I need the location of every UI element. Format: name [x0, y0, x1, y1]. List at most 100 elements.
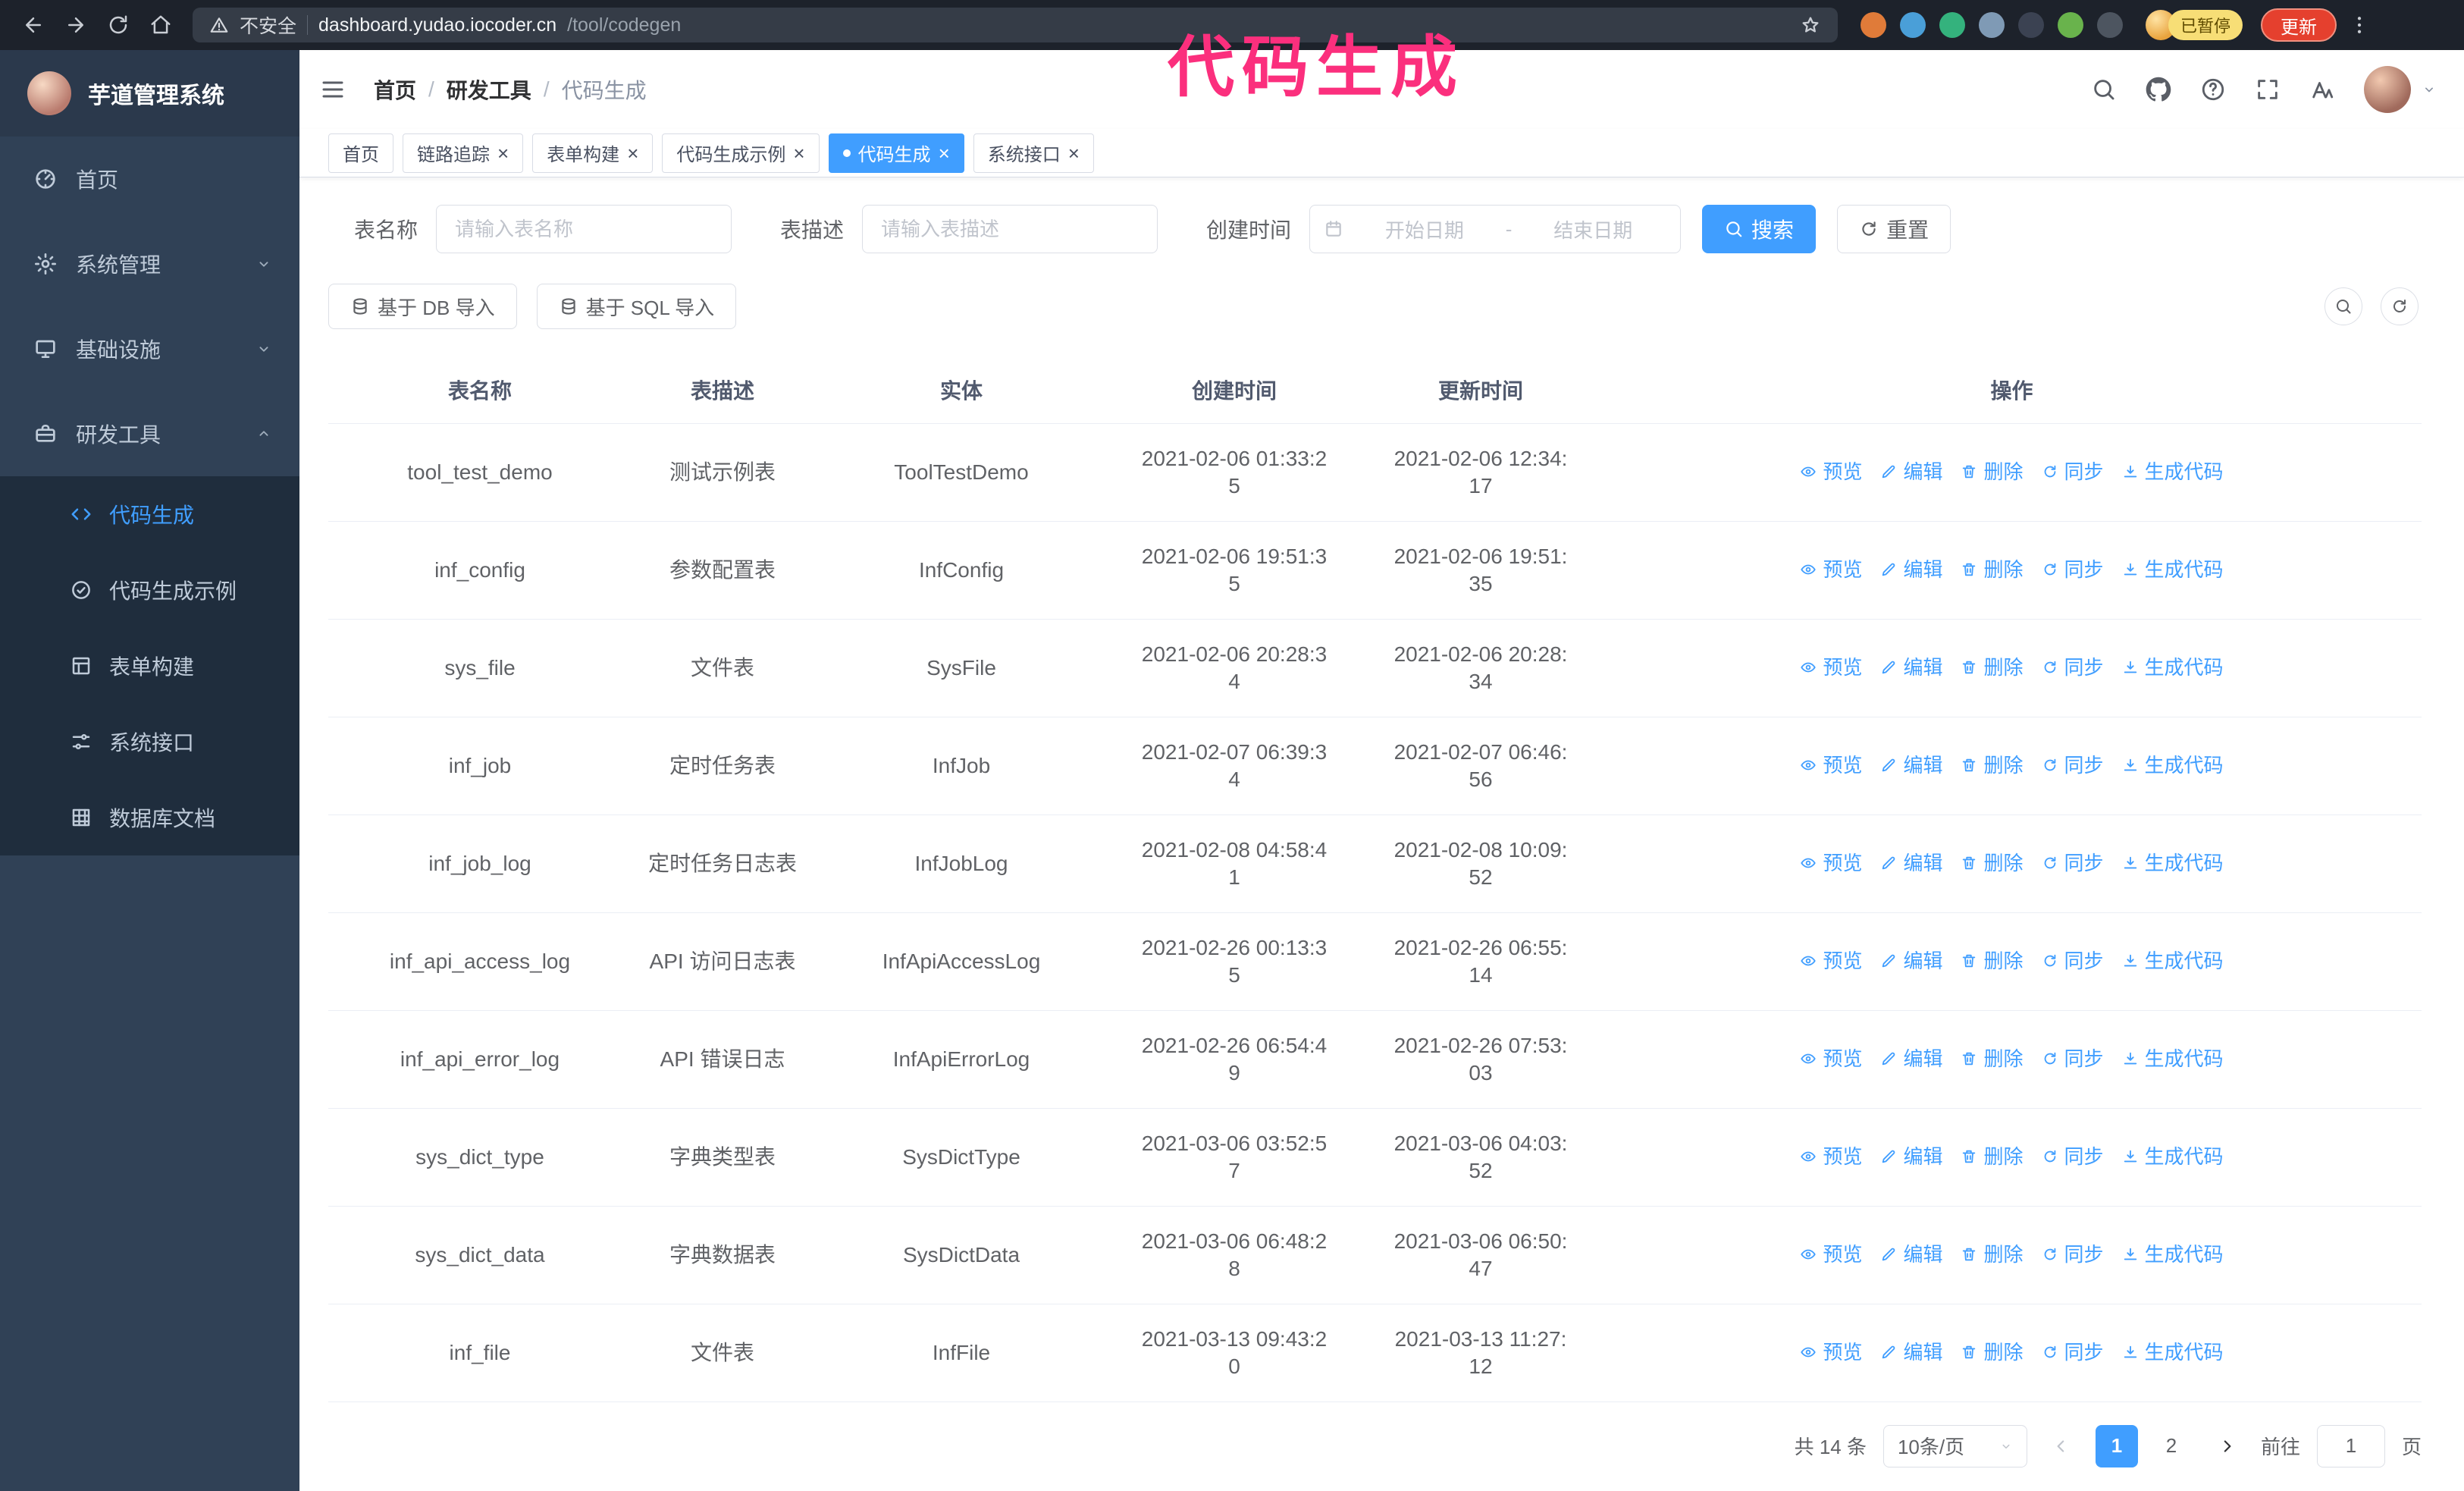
- preview-link[interactable]: 预览: [1800, 1045, 1862, 1072]
- browser-home-button[interactable]: [141, 6, 180, 44]
- sync-link[interactable]: 同步: [2042, 849, 2104, 877]
- browser-update-button[interactable]: 更新: [2261, 8, 2337, 42]
- page-button-1[interactable]: 1: [2095, 1424, 2138, 1467]
- generate-code-link[interactable]: 生成代码: [2122, 556, 2224, 583]
- breadcrumb-item[interactable]: 研发工具: [447, 74, 531, 105]
- goto-page-input[interactable]: [2316, 1424, 2385, 1467]
- sidebar-subitem[interactable]: 代码生成: [0, 476, 299, 552]
- generate-code-link[interactable]: 生成代码: [2122, 1339, 2224, 1366]
- sync-link[interactable]: 同步: [2042, 1241, 2104, 1268]
- address-bar[interactable]: 不安全 dashboard.yudao.iocoder.cn /tool/cod…: [193, 8, 1838, 42]
- extension-icon-7[interactable]: [2097, 12, 2123, 38]
- preview-link[interactable]: 预览: [1800, 849, 1862, 877]
- tab-close-icon[interactable]: ×: [1068, 143, 1080, 163]
- generate-code-link[interactable]: 生成代码: [2122, 654, 2224, 681]
- sync-link[interactable]: 同步: [2042, 1143, 2104, 1170]
- preview-link[interactable]: 预览: [1800, 752, 1862, 779]
- sync-link[interactable]: 同步: [2042, 1045, 2104, 1072]
- browser-back-button[interactable]: [14, 6, 53, 44]
- help-button[interactable]: [2200, 77, 2226, 102]
- delete-link[interactable]: 删除: [1961, 458, 2024, 485]
- edit-link[interactable]: 编辑: [1880, 556, 1942, 583]
- table-name-input[interactable]: [436, 205, 732, 253]
- generate-code-link[interactable]: 生成代码: [2122, 849, 2224, 877]
- edit-link[interactable]: 编辑: [1880, 752, 1942, 779]
- extension-icon-4[interactable]: [1979, 12, 2005, 38]
- font-size-button[interactable]: [2309, 77, 2335, 102]
- sidebar-item[interactable]: 基础设施: [0, 306, 299, 391]
- tab-close-icon[interactable]: ×: [627, 143, 638, 163]
- generate-code-link[interactable]: 生成代码: [2122, 752, 2224, 779]
- delete-link[interactable]: 删除: [1961, 1241, 2024, 1268]
- edit-link[interactable]: 编辑: [1880, 1339, 1942, 1366]
- preview-link[interactable]: 预览: [1800, 1143, 1862, 1170]
- sync-link[interactable]: 同步: [2042, 458, 2104, 485]
- generate-code-link[interactable]: 生成代码: [2122, 947, 2224, 975]
- github-button[interactable]: [2146, 77, 2171, 102]
- edit-link[interactable]: 编辑: [1880, 947, 1942, 975]
- edit-link[interactable]: 编辑: [1880, 654, 1942, 681]
- sidebar-item[interactable]: 首页: [0, 137, 299, 221]
- extension-icon-6[interactable]: [2058, 12, 2083, 38]
- import-db-button[interactable]: 基于 DB 导入: [328, 284, 517, 329]
- preview-link[interactable]: 预览: [1800, 1241, 1862, 1268]
- sidebar-item[interactable]: 研发工具: [0, 391, 299, 476]
- sidebar-subitem[interactable]: 表单构建: [0, 628, 299, 704]
- edit-link[interactable]: 编辑: [1880, 1143, 1942, 1170]
- edit-link[interactable]: 编辑: [1880, 458, 1942, 485]
- next-page-button[interactable]: [2209, 1425, 2244, 1467]
- bookmark-star-icon[interactable]: [1800, 14, 1821, 36]
- delete-link[interactable]: 删除: [1961, 654, 2024, 681]
- delete-link[interactable]: 删除: [1961, 1143, 2024, 1170]
- browser-forward-button[interactable]: [56, 6, 96, 44]
- delete-link[interactable]: 删除: [1961, 556, 2024, 583]
- tab-close-icon[interactable]: ×: [939, 143, 950, 163]
- preview-link[interactable]: 预览: [1800, 1339, 1862, 1366]
- delete-link[interactable]: 删除: [1961, 849, 2024, 877]
- sidebar-subitem[interactable]: 系统接口: [0, 704, 299, 780]
- generate-code-link[interactable]: 生成代码: [2122, 1241, 2224, 1268]
- browser-menu-button[interactable]: [2340, 6, 2379, 44]
- edit-link[interactable]: 编辑: [1880, 1241, 1942, 1268]
- tab-首页[interactable]: 首页: [328, 133, 393, 173]
- extension-icon-5[interactable]: [2018, 12, 2044, 38]
- tab-close-icon[interactable]: ×: [793, 143, 804, 163]
- tab-系统接口[interactable]: 系统接口 ×: [973, 133, 1094, 173]
- tab-链路追踪[interactable]: 链路追踪 ×: [403, 133, 524, 173]
- browser-profile[interactable]: 已暂停: [2146, 10, 2243, 40]
- header-search-button[interactable]: [2091, 77, 2117, 102]
- page-button-2[interactable]: 2: [2150, 1425, 2193, 1467]
- tab-表单构建[interactable]: 表单构建 ×: [532, 133, 654, 173]
- sync-link[interactable]: 同步: [2042, 752, 2104, 779]
- sync-link[interactable]: 同步: [2042, 556, 2104, 583]
- preview-link[interactable]: 预览: [1800, 947, 1862, 975]
- sync-link[interactable]: 同步: [2042, 947, 2104, 975]
- sync-link[interactable]: 同步: [2042, 1339, 2104, 1366]
- delete-link[interactable]: 删除: [1961, 1045, 2024, 1072]
- generate-code-link[interactable]: 生成代码: [2122, 458, 2224, 485]
- table-desc-input[interactable]: [862, 205, 1158, 253]
- delete-link[interactable]: 删除: [1961, 947, 2024, 975]
- user-menu[interactable]: [2364, 66, 2437, 113]
- sync-link[interactable]: 同步: [2042, 654, 2104, 681]
- extension-icon-3[interactable]: [1939, 12, 1965, 38]
- edit-link[interactable]: 编辑: [1880, 1045, 1942, 1072]
- edit-link[interactable]: 编辑: [1880, 849, 1942, 877]
- extension-icon-2[interactable]: [1900, 12, 1926, 38]
- tab-代码生成[interactable]: 代码生成 ×: [828, 133, 964, 173]
- import-sql-button[interactable]: 基于 SQL 导入: [536, 284, 737, 329]
- tab-close-icon[interactable]: ×: [497, 143, 509, 163]
- preview-link[interactable]: 预览: [1800, 654, 1862, 681]
- sidebar-subitem[interactable]: 数据库文档: [0, 780, 299, 855]
- create-time-range-picker[interactable]: 开始日期 - 结束日期: [1309, 205, 1682, 253]
- sidebar-item[interactable]: 系统管理: [0, 221, 299, 306]
- refresh-table-button[interactable]: [2381, 287, 2419, 325]
- preview-link[interactable]: 预览: [1800, 458, 1862, 485]
- prev-page-button[interactable]: [2044, 1425, 2079, 1467]
- generate-code-link[interactable]: 生成代码: [2122, 1143, 2224, 1170]
- fullscreen-button[interactable]: [2255, 77, 2281, 102]
- reset-button[interactable]: 重置: [1837, 205, 1951, 253]
- tab-代码生成示例[interactable]: 代码生成示例 ×: [662, 133, 820, 173]
- delete-link[interactable]: 删除: [1961, 752, 2024, 779]
- search-button[interactable]: 搜索: [1702, 205, 1817, 253]
